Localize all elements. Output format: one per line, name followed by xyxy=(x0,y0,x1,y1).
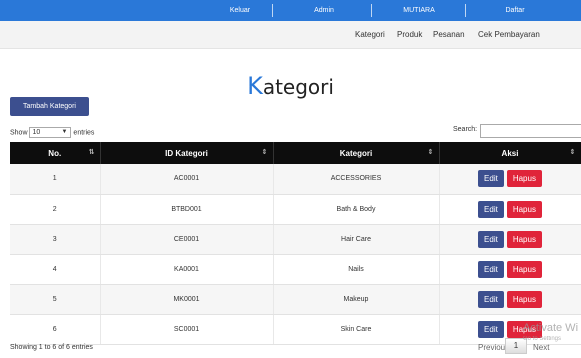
table-header-row: No. ⇅ ID Kategori ⇕ Kategori ⇕ Aksi ⇕ xyxy=(10,142,581,164)
delete-button[interactable]: Hapus xyxy=(506,170,542,188)
category-table: No. ⇅ ID Kategori ⇕ Kategori ⇕ Aksi ⇕ 1 AC00… xyxy=(10,142,581,345)
cell-kategori: Hair Care xyxy=(273,224,440,255)
table-row: 4 KA0001 Nails Edit Hapus xyxy=(10,254,581,285)
column-header-aksi: Aksi ⇕ xyxy=(439,142,581,164)
search-label: Search: xyxy=(453,126,478,133)
user-name-link[interactable]: MUTIARA xyxy=(392,0,446,21)
cell-id-kategori: SC0001 xyxy=(100,314,274,345)
column-header-kategori[interactable]: Kategori ⇕ xyxy=(273,142,440,164)
cell-kategori: Makeup xyxy=(273,284,440,315)
cell-aksi: Edit Hapus xyxy=(439,194,581,225)
cell-no: 4 xyxy=(10,254,101,285)
cell-id-kategori: AC0001 xyxy=(100,164,274,195)
main-menu: Kategori Produk Pesanan Cek Pembayaran xyxy=(0,21,581,49)
delete-button[interactable]: Hapus xyxy=(506,260,542,278)
chevron-down-icon: ▼ xyxy=(61,129,68,135)
cell-kategori: Nails xyxy=(273,254,440,285)
search-control: Search: xyxy=(453,124,581,138)
cell-aksi: Edit Hapus xyxy=(439,254,581,285)
cell-kategori: Bath & Body xyxy=(273,194,440,225)
next-page-button[interactable]: Next xyxy=(533,343,549,352)
table-row: 5 MK0001 Makeup Edit Hapus xyxy=(10,284,581,315)
sort-icon: ⇕ xyxy=(427,149,434,156)
register-link[interactable]: Daftar xyxy=(490,0,540,21)
entries-select-value: 10 xyxy=(32,129,41,136)
search-input[interactable] xyxy=(480,124,581,138)
activation-watermark-subtext: Go to Settings xyxy=(523,336,562,342)
entries-length-control: Show 10 ▼ entries xyxy=(10,127,94,138)
activation-watermark: Activate Wi xyxy=(523,322,579,334)
table-row: 1 AC0001 ACCESSORIES Edit Hapus xyxy=(10,164,581,195)
cell-no: 2 xyxy=(10,194,101,225)
table-row: 2 BTBD001 Bath & Body Edit Hapus xyxy=(10,194,581,225)
sort-icon: ⇕ xyxy=(569,149,576,156)
edit-button[interactable]: Edit xyxy=(478,170,504,188)
cell-id-kategori: KA0001 xyxy=(100,254,274,285)
cell-no: 6 xyxy=(10,314,101,345)
cell-kategori: Skin Care xyxy=(273,314,440,345)
cell-id-kategori: CE0001 xyxy=(100,224,274,255)
edit-button[interactable]: Edit xyxy=(478,200,504,218)
nav-separator xyxy=(371,4,372,17)
cell-no: 3 xyxy=(10,224,101,255)
cell-kategori: ACCESSORIES xyxy=(273,164,440,195)
column-header-no[interactable]: No. ⇅ xyxy=(10,142,101,164)
sort-icon: ⇕ xyxy=(261,149,268,156)
cell-aksi: Edit Hapus xyxy=(439,224,581,255)
page-title-rest: ategori xyxy=(262,75,334,99)
column-header-id-kategori[interactable]: ID Kategori ⇕ xyxy=(100,142,274,164)
page-title-initial: K xyxy=(247,72,263,100)
table-row: 3 CE0001 Hair Care Edit Hapus xyxy=(10,224,581,255)
edit-button[interactable]: Edit xyxy=(478,320,504,338)
edit-button[interactable]: Edit xyxy=(478,290,504,308)
page-title: Kategori xyxy=(0,72,581,100)
entries-label: entries xyxy=(73,129,95,137)
admin-link[interactable]: Admin xyxy=(296,0,352,21)
nav-separator xyxy=(465,4,466,17)
edit-button[interactable]: Edit xyxy=(478,260,504,278)
cell-no: 5 xyxy=(10,284,101,315)
cell-id-kategori: MK0001 xyxy=(100,284,274,315)
delete-button[interactable]: Hapus xyxy=(506,230,542,248)
edit-button[interactable]: Edit xyxy=(478,230,504,248)
delete-button[interactable]: Hapus xyxy=(506,290,542,308)
menu-item-produk[interactable]: Produk xyxy=(397,21,422,49)
add-category-button[interactable]: Tambah Kategori xyxy=(10,97,89,116)
delete-button[interactable]: Hapus xyxy=(506,200,542,218)
table-row: 6 SC0001 Skin Care Edit Hapus xyxy=(10,314,581,345)
show-label: Show xyxy=(10,129,28,137)
menu-item-kategori[interactable]: Kategori xyxy=(355,21,385,49)
top-nav-bar: Keluar Admin MUTIARA Daftar xyxy=(0,0,581,21)
cell-aksi: Edit Hapus xyxy=(439,284,581,315)
cell-aksi: Edit Hapus xyxy=(439,164,581,195)
sort-icon: ⇅ xyxy=(88,149,95,156)
logout-link[interactable]: Keluar xyxy=(212,0,268,21)
table-info: Showing 1 to 6 of 6 entries xyxy=(10,344,93,351)
entries-select[interactable]: 10 ▼ xyxy=(29,127,72,138)
menu-item-cek-pembayaran[interactable]: Cek Pembayaran xyxy=(478,21,540,49)
nav-separator xyxy=(272,4,273,17)
menu-item-pesanan[interactable]: Pesanan xyxy=(433,21,465,49)
cell-no: 1 xyxy=(10,164,101,195)
cell-id-kategori: BTBD001 xyxy=(100,194,274,225)
